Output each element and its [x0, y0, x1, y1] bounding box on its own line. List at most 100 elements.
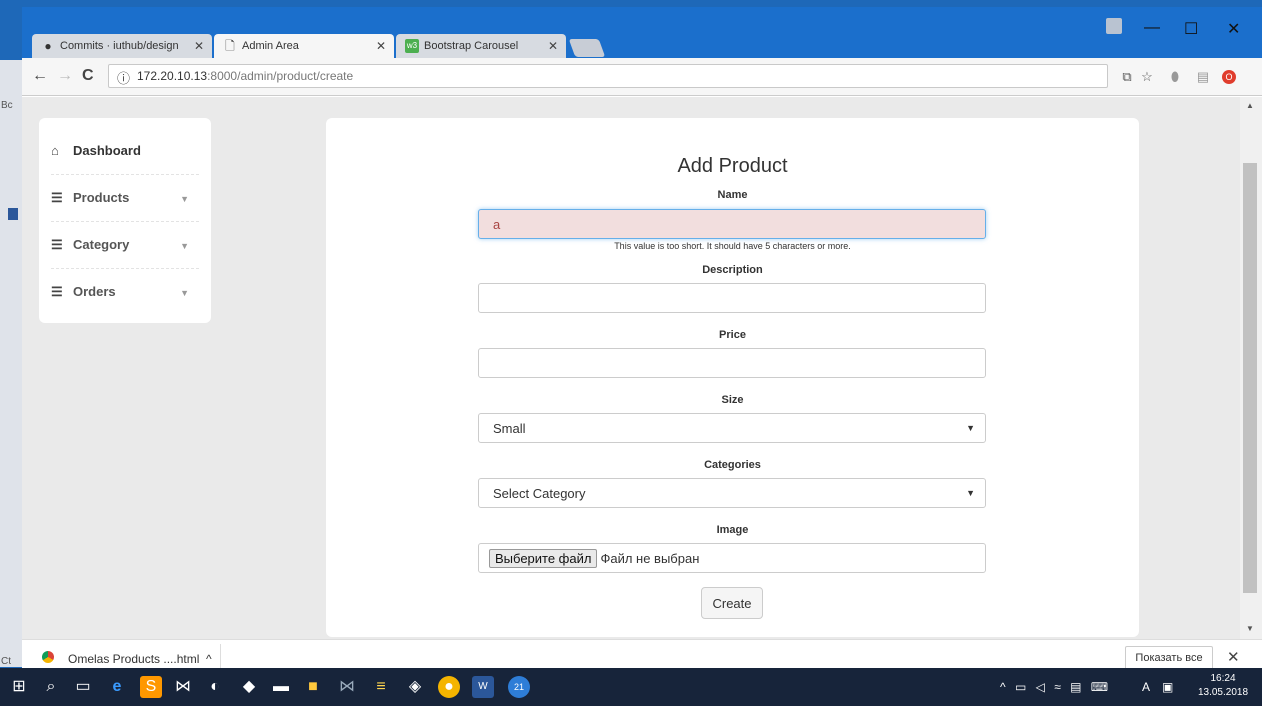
browser-window: ● Commits · iuthub/design ✕ 🗋 Admin Area… — [22, 7, 1262, 675]
sidebar-item-category[interactable]: ☰ Category ▼ — [51, 222, 199, 269]
scrollbar[interactable]: ▲ ▼ — [1240, 97, 1262, 639]
sidebar: ⌂ Dashboard ☰ Products ▼ ☰ Category ▼ ☰ Orde… — [39, 118, 211, 323]
tab-bootstrap-carousel[interactable]: w3 Bootstrap Carousel ✕ — [396, 34, 566, 58]
input-language[interactable]: A — [1142, 680, 1153, 694]
extension-icon[interactable]: ▤ — [1196, 70, 1210, 84]
browser-toolbar: ← → C ⓘ 172.20.10.13:8000/admin/product/… — [22, 58, 1262, 96]
tab-strip: ● Commits · iuthub/design ✕ 🗋 Admin Area… — [22, 7, 1262, 58]
minimize-button[interactable]: — — [1144, 19, 1160, 37]
visual-studio-icon[interactable]: ⋈ — [172, 676, 194, 698]
caret-down-icon: ▼ — [180, 241, 189, 251]
eclipse-icon[interactable]: ◐ — [204, 676, 226, 698]
chevron-down-icon: ▼ — [966, 488, 975, 498]
scroll-down-icon[interactable]: ▼ — [1246, 624, 1254, 633]
tab-label: Admin Area — [242, 40, 299, 52]
choose-file-button[interactable]: Выберите файл — [489, 549, 598, 568]
new-tab-button[interactable] — [568, 39, 606, 57]
list-icon: ☰ — [51, 284, 63, 299]
close-icon[interactable]: ✕ — [376, 39, 386, 53]
opera-icon[interactable]: O — [1222, 70, 1236, 84]
shield-icon[interactable]: ⬮ — [1168, 70, 1182, 84]
chrome-file-icon — [42, 651, 54, 663]
chrome-icon[interactable]: ● — [438, 676, 460, 698]
home-icon: ⌂ — [51, 143, 59, 158]
size-selected-value: Small — [493, 421, 526, 436]
edge-icon[interactable]: e — [106, 676, 128, 698]
close-window-button[interactable]: ✕ — [1227, 19, 1240, 39]
tab-label: Bootstrap Carousel — [424, 40, 519, 52]
show-all-button[interactable]: Показать все — [1125, 646, 1213, 670]
star-icon[interactable]: ☆ — [1140, 70, 1154, 84]
categories-select[interactable]: Select Category ▼ — [478, 478, 986, 508]
name-error-message: This value is too short. It should have … — [614, 241, 851, 251]
image-file-input: Выберите файл Файл не выбран — [478, 543, 986, 573]
create-button[interactable]: Create — [701, 587, 763, 619]
forward-icon[interactable]: → — [57, 67, 73, 85]
sidebar-item-label: Dashboard — [73, 143, 141, 158]
word-icon[interactable]: W — [472, 676, 494, 698]
sidebar-item-orders[interactable]: ☰ Orders ▼ — [51, 269, 199, 316]
tab-commits[interactable]: ● Commits · iuthub/design ✕ — [32, 34, 212, 58]
sidebar-item-label: Orders — [73, 284, 116, 299]
download-file-name: Omelas Products ....html — [68, 652, 200, 666]
system-tray[interactable]: ^ ▭ ◁ ≈ ▤ ⌨ — [1000, 680, 1111, 694]
desktop-text: Bc — [1, 100, 13, 111]
caret-down-icon: ▼ — [180, 194, 189, 204]
tab-label: Commits · iuthub/design — [60, 40, 179, 52]
task-view-icon[interactable]: ▭ — [72, 676, 94, 698]
description-label: Description — [702, 264, 763, 276]
maximize-button[interactable]: ☐ — [1184, 19, 1198, 39]
close-icon[interactable]: ✕ — [1227, 648, 1240, 666]
clock[interactable]: 16:24 13.05.2018 — [1192, 672, 1254, 700]
page-content: ⌂ Dashboard ☰ Products ▼ ☰ Category ▼ ☰ Orde… — [22, 97, 1240, 639]
reload-icon[interactable]: C — [82, 67, 94, 85]
scrollbar-thumb[interactable] — [1243, 163, 1257, 593]
page-title: Add Product — [677, 155, 788, 177]
sidebar-item-label: Products — [73, 190, 130, 205]
chrome-badge-icon[interactable]: 21 — [508, 676, 530, 698]
git-icon[interactable]: ◈ — [404, 676, 426, 698]
python-icon[interactable]: ◆ — [238, 676, 260, 698]
name-field[interactable]: a — [478, 209, 986, 239]
name-label: Name — [717, 189, 748, 201]
scroll-up-icon[interactable]: ▲ — [1246, 101, 1254, 110]
sidebar-item-products[interactable]: ☰ Products ▼ — [51, 175, 199, 222]
w3schools-icon: w3 — [405, 39, 419, 53]
windows-start-icon[interactable]: ⊞ — [8, 676, 30, 698]
word-file-icon[interactable] — [8, 208, 18, 220]
sidebar-item-label: Category — [73, 237, 130, 252]
file-explorer-icon[interactable]: ■ — [302, 676, 324, 698]
caret-down-icon: ▼ — [180, 288, 189, 298]
notepad-icon[interactable]: ≡ — [370, 676, 392, 698]
time: 16:24 — [1210, 673, 1236, 684]
ime-icon[interactable]: ▣ — [1162, 680, 1176, 694]
close-icon[interactable]: ✕ — [548, 39, 558, 53]
tab-admin-area[interactable]: 🗋 Admin Area ✕ — [214, 34, 394, 58]
sublime-icon[interactable]: S — [140, 676, 162, 698]
address-bar[interactable]: ⓘ 172.20.10.13:8000/admin/product/create — [108, 64, 1108, 88]
categories-label: Categories — [704, 459, 761, 471]
notification-badge: 21 — [513, 682, 524, 692]
merge-icon[interactable]: ⋈ — [336, 676, 358, 698]
file-status: Файл не выбран — [600, 551, 700, 566]
desktop-text: Ct — [1, 656, 11, 667]
taskbar: ⊞ ⌕ ▭ e S ⋈ ◐ ◆ ▬ ■ ⋈ ≡ ◈ ● W 21 ^ ▭ ◁ ≈… — [0, 668, 1262, 706]
size-select[interactable]: Small ▼ — [478, 413, 986, 443]
add-product-panel: Add Product Name a This value is too sho… — [326, 118, 1139, 637]
image-label: Image — [716, 524, 749, 536]
download-item[interactable]: Omelas Products ....html ^ — [68, 652, 212, 666]
translate-icon[interactable]: ⧉ — [1120, 70, 1134, 84]
sidebar-item-dashboard[interactable]: ⌂ Dashboard — [51, 128, 199, 175]
price-field[interactable] — [478, 348, 986, 378]
description-field[interactable] — [478, 283, 986, 313]
url-host: 172.20.10.13 — [137, 69, 208, 83]
terminal-icon[interactable]: ▬ — [270, 676, 292, 698]
url-path: :8000/admin/product/create — [207, 69, 354, 83]
close-icon[interactable]: ✕ — [194, 39, 204, 53]
profile-icon[interactable] — [1106, 18, 1122, 34]
search-icon[interactable]: ⌕ — [40, 676, 62, 698]
chevron-down-icon: ▼ — [966, 423, 975, 433]
info-icon[interactable]: ⓘ — [117, 68, 130, 87]
back-icon[interactable]: ← — [32, 67, 48, 85]
chevron-up-icon[interactable]: ^ — [203, 652, 212, 666]
